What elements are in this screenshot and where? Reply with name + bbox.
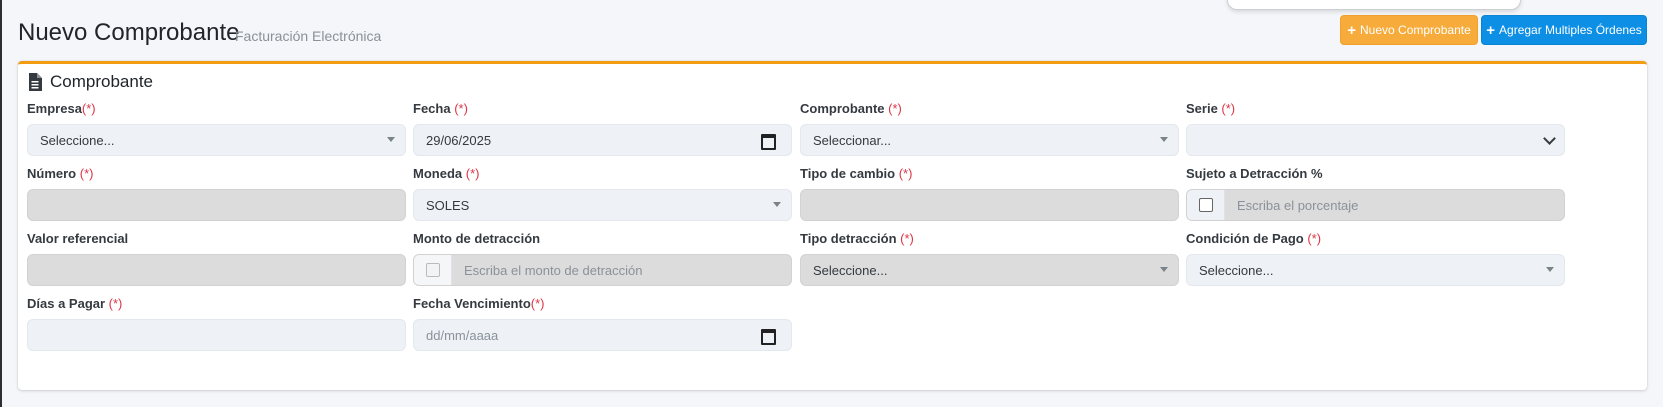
fecha-vencimiento-label: Fecha Vencimiento(*) (413, 296, 545, 311)
tipo-detraccion-label: Tipo detracción (*) (800, 231, 914, 246)
comprobante-value: Seleccionar... (813, 132, 892, 148)
monto-detraccion-input[interactable]: Escriba el monto de detracción (452, 263, 642, 278)
monto-detraccion-label: Monto de detracción (413, 231, 541, 246)
fecha-vencimiento-placeholder: dd/mm/aaaa (426, 327, 499, 343)
empresa-value: Seleccione... (40, 132, 115, 148)
empresa-field: Empresa(*) Seleccione... (27, 101, 406, 156)
condicion-pago-field: Condición de Pago (*) Seleccione... (1186, 231, 1565, 286)
moneda-field: Moneda (*) SOLES (413, 166, 792, 221)
file-text-icon (29, 73, 42, 91)
card-title: Comprobante (50, 72, 154, 91)
tipo-detraccion-value: Seleccione... (813, 262, 888, 278)
caret-down-icon (773, 202, 781, 207)
fecha-date-input[interactable]: 29/06/2025 (413, 124, 792, 156)
moneda-label: Moneda (*) (413, 166, 480, 181)
serie-select[interactable] (1186, 124, 1565, 156)
comprobante-label: Comprobante (*) (800, 101, 902, 116)
plus-icon: + (1486, 21, 1496, 39)
voucher-card: Comprobante Empresa(*) Seleccione... Fec… (18, 61, 1647, 390)
comprobante-field: Comprobante (*) Seleccionar... (800, 101, 1179, 156)
valor-referencial-label: Valor referencial (27, 231, 129, 246)
top-popup-edge (1227, 0, 1521, 10)
new-voucher-button[interactable]: + Nuevo Comprobante (1340, 15, 1478, 45)
detraccion-pct-addon (1187, 190, 1225, 220)
new-voucher-label: Nuevo Comprobante (1360, 23, 1471, 37)
tipo-cambio-label: Tipo de cambio (*) (800, 166, 913, 181)
moneda-value: SOLES (426, 197, 470, 213)
detraccion-pct-group: Escriba el porcentaje (1186, 189, 1565, 221)
caret-down-icon (1160, 137, 1168, 142)
monto-detraccion-checkbox[interactable] (425, 263, 440, 277)
empresa-select[interactable]: Seleccione... (27, 124, 406, 156)
caret-down-icon (1160, 267, 1168, 272)
dias-pagar-label: Días a Pagar (*) (27, 296, 123, 311)
empresa-label: Empresa(*) (27, 101, 96, 116)
tipo-detraccion-field: Tipo detracción (*) Seleccione... (800, 231, 1179, 286)
serie-field: Serie (*) (1186, 101, 1565, 156)
chevron-down-icon (1543, 132, 1556, 145)
valor-referencial-field: Valor referencial (27, 231, 406, 286)
tipo-cambio-field: Tipo de cambio (*) (800, 166, 1179, 221)
detraccion-pct-field: Sujeto a Detracción % Escriba el porcent… (1186, 166, 1565, 221)
fecha-field: Fecha (*) 29/06/2025 (413, 101, 792, 156)
page-title: Nuevo Comprobante (18, 19, 240, 46)
moneda-select[interactable]: SOLES (413, 189, 792, 221)
serie-label: Serie (*) (1186, 101, 1236, 116)
dias-pagar-field: Días a Pagar (*) (27, 296, 406, 351)
plus-icon: + (1347, 21, 1357, 39)
fecha-label: Fecha (*) (413, 101, 468, 116)
comprobante-select[interactable]: Seleccionar... (800, 124, 1179, 156)
monto-detraccion-group: Escriba el monto de detracción (413, 254, 792, 286)
page-subtitle: Facturación Electrónica (235, 28, 382, 44)
dias-pagar-input[interactable] (27, 319, 406, 351)
detraccion-pct-input[interactable]: Escriba el porcentaje (1225, 198, 1358, 213)
calendar-icon[interactable] (761, 329, 776, 345)
calendar-icon[interactable] (761, 134, 776, 150)
condicion-pago-label: Condición de Pago (*) (1186, 231, 1322, 246)
add-multiple-orders-button[interactable]: + Agregar Multiples Órdenes (1481, 15, 1647, 45)
numero-label: Número (*) (27, 166, 94, 181)
detraccion-pct-label: Sujeto a Detracción % (1186, 166, 1323, 181)
card-header: Comprobante (28, 72, 153, 92)
valor-referencial-input[interactable] (27, 254, 406, 286)
fecha-vencimiento-field: Fecha Vencimiento(*) dd/mm/aaaa (413, 296, 792, 351)
condicion-pago-select[interactable]: Seleccione... (1186, 254, 1565, 286)
monto-detraccion-field: Monto de detracción Escriba el monto de … (413, 231, 792, 286)
caret-down-icon (1546, 267, 1554, 272)
numero-input[interactable] (27, 189, 406, 221)
monto-detraccion-addon (414, 255, 452, 285)
tipo-cambio-input[interactable] (800, 189, 1179, 221)
numero-field: Número (*) (27, 166, 406, 221)
tipo-detraccion-select[interactable]: Seleccione... (800, 254, 1179, 286)
condicion-pago-value: Seleccione... (1199, 262, 1274, 278)
add-multiple-orders-label: Agregar Multiples Órdenes (1499, 23, 1642, 37)
caret-down-icon (387, 137, 395, 142)
fecha-value: 29/06/2025 (426, 132, 492, 148)
detraccion-pct-checkbox[interactable] (1198, 198, 1213, 212)
fecha-vencimiento-date-input[interactable]: dd/mm/aaaa (413, 319, 792, 351)
